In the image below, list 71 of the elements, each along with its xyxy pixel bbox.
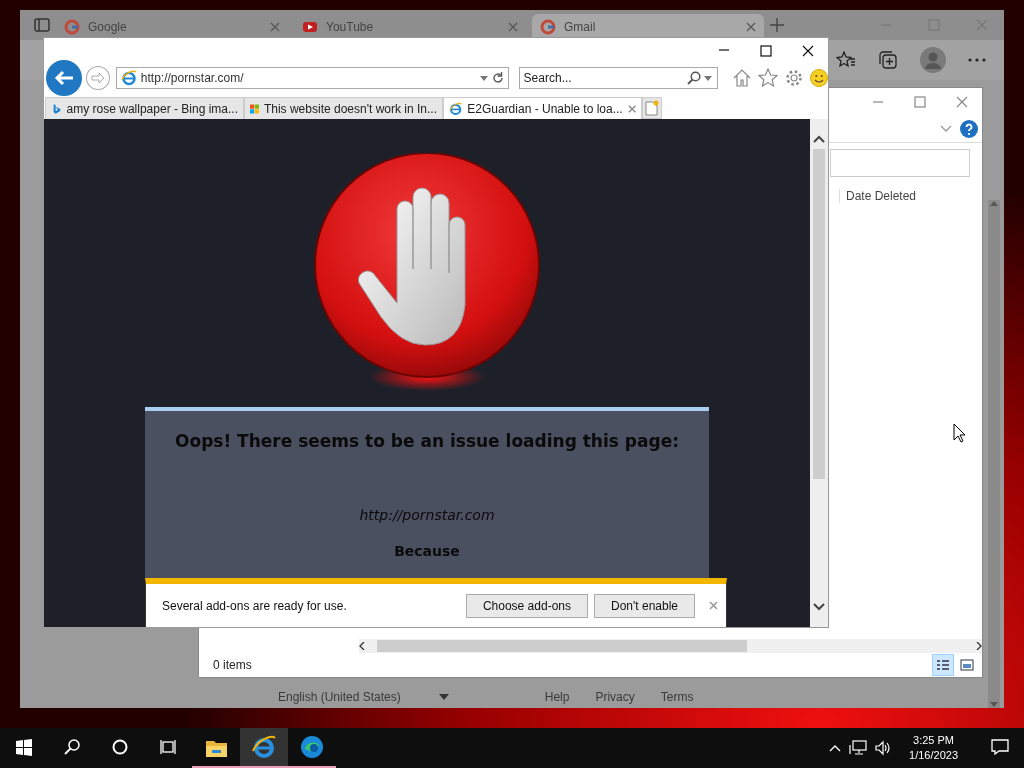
error-heading: Oops! There seems to be an issue loading this page: [175,431,679,451]
scroll-up-icon[interactable] [813,135,825,143]
collections-icon[interactable] [878,50,898,70]
back-button[interactable] [46,60,82,96]
assistant-icon [112,739,128,755]
notification-message: Several add-ons are ready for use. [162,598,348,613]
back-arrow-icon [53,70,74,86]
address-bar[interactable]: http://pornstar.com/ [115,67,509,89]
language-dropdown[interactable]: English (United States) [278,690,449,704]
search-box[interactable]: Search... [518,67,718,89]
caret-icon [438,694,449,700]
smiley-icon[interactable] [810,69,828,87]
google-logo-icon [64,19,80,35]
footer-link[interactable]: Terms [660,690,694,704]
ie-logo-icon [449,100,463,117]
ie-icon [252,735,276,759]
tab-actions-icon[interactable] [34,17,50,33]
google-logo-icon [540,19,556,35]
refresh-icon[interactable] [491,72,504,84]
browser-tab[interactable]: Gmail [532,14,764,40]
reason-label: Because [394,543,460,559]
task-view-icon [160,739,176,755]
browser-tab[interactable]: This website doesn't work in In... [244,97,443,119]
scroll-down-icon[interactable] [813,603,825,611]
more-icon[interactable] [968,58,986,62]
dropdown-icon[interactable] [479,75,488,81]
browser-tab[interactable]: E2Guardian - Unable to loa... [443,97,642,119]
chevron-down-icon[interactable] [940,125,952,133]
volume-icon[interactable] [875,740,892,756]
favorites-icon[interactable] [758,68,778,88]
thumbnail-icon [960,659,974,671]
notification-button[interactable]: Don't enable [594,593,695,618]
profile-avatar-icon[interactable] [920,47,946,73]
list-icon [936,659,950,671]
new-tab-icon[interactable] [770,18,784,32]
settings-icon[interactable] [784,68,804,88]
search-icon [64,739,80,755]
message-icon [991,739,1009,755]
clock-time[interactable]: 3:25 PM [913,733,954,748]
item-count: 0 items [213,658,252,672]
footer-link[interactable]: Help [544,690,570,704]
notification-button[interactable]: Choose add-ons [465,593,588,618]
browser-tab[interactable]: amy rose wallpaper - Bing ima... [45,97,244,119]
scrollbar-thumb[interactable] [377,640,747,652]
forward-arrow-icon [90,72,105,84]
maximize-icon[interactable] [760,45,772,57]
scrollbar-thumb[interactable] [813,149,825,479]
play-logo-icon [302,19,318,35]
details-view-button[interactable] [932,654,954,676]
chevron-up-icon[interactable] [829,744,842,752]
home-icon[interactable] [732,68,752,88]
footer-link[interactable]: Privacy [595,690,635,704]
clock-date[interactable]: 1/16/2023 [909,748,958,763]
search-icon[interactable] [687,71,701,85]
new-page-icon [645,100,659,116]
search-field[interactable] [830,149,970,177]
edge-icon [300,735,324,759]
scroll-right-icon[interactable] [976,642,982,650]
forward-button[interactable] [85,66,110,90]
start-icon [16,738,32,756]
column-header[interactable]: Date Deleted [839,189,917,203]
favorites-icon[interactable] [836,51,856,69]
close-icon[interactable] [802,45,814,57]
scroll-left-icon[interactable] [359,642,365,650]
dropdown-icon[interactable] [701,75,713,81]
blocked-url: http://pornstar.com [359,507,495,523]
network-icon[interactable] [849,740,868,756]
help-icon[interactable] [960,120,978,138]
ie-button[interactable] [240,728,288,768]
mouse-cursor-icon [953,423,967,443]
ie-logo-icon [120,70,137,86]
